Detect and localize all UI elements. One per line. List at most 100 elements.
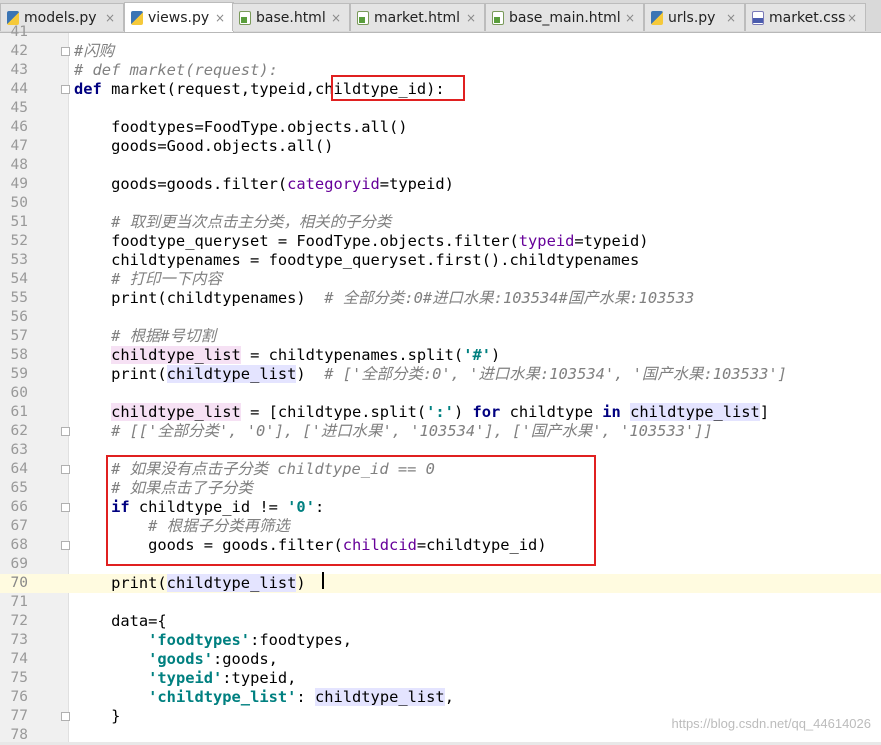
code-text: foodtypes=FoodType.objects.all()	[74, 118, 408, 137]
code-text: 'typeid':typeid,	[74, 669, 296, 688]
code-line[interactable]: 71	[0, 593, 881, 612]
code-token: '#'	[463, 346, 492, 364]
code-token: :	[296, 688, 315, 706]
fold-marker-icon[interactable]	[61, 503, 70, 512]
code-line[interactable]: 72 data={	[0, 612, 881, 631]
code-line[interactable]: 53 childtypenames = foodtype_queryset.fi…	[0, 251, 881, 270]
line-number: 43	[10, 62, 28, 78]
code-token: # [['全部分类', '0'], ['进口水果', '103534'], ['…	[111, 422, 713, 440]
line-number: 73	[10, 632, 28, 648]
code-editor[interactable]: 41 42 #闪购 43 # def market(request): 44 def mar…	[0, 24, 881, 745]
code-token: childtype_list	[166, 365, 297, 383]
code-token: childtype_list	[111, 403, 241, 421]
code-text: foodtype_queryset = FoodType.objects.fil…	[74, 232, 648, 251]
code-token: ]	[759, 403, 770, 421]
code-line[interactable]: 51 # 取到更当次点击主分类，相关的子分类	[0, 213, 881, 232]
code-token: childtype_list	[630, 403, 760, 421]
annotation-box-param	[331, 75, 465, 101]
line-number: 60	[10, 385, 28, 401]
code-token: goods=goods.filter(	[74, 175, 288, 193]
code-text: # 打印一下内容	[74, 270, 222, 289]
code-line[interactable]: 62 # [['全部分类', '0'], ['进口水果', '103534'],…	[0, 422, 881, 441]
code-token: :foodtypes,	[250, 631, 353, 649]
code-line[interactable]: 70 print(childtype_list)	[0, 574, 881, 593]
code-text: print(childtype_list) # ['全部分类:0', '进口水果…	[74, 365, 787, 384]
line-number: 68	[10, 537, 28, 553]
code-line[interactable]: 60	[0, 384, 881, 403]
code-text: # 根据#号切割	[74, 327, 216, 346]
code-token: 'childtype_list'	[148, 688, 297, 706]
code-token: :typeid,	[222, 669, 297, 687]
code-token: )	[296, 574, 306, 592]
code-token: print(	[74, 365, 167, 383]
code-token: childtype_list	[111, 346, 241, 364]
line-number: 57	[10, 328, 28, 344]
code-token: # ['全部分类:0', '进口水果:103534', '国产水果:103533…	[324, 365, 787, 383]
code-token: 'foodtypes'	[148, 631, 251, 649]
fold-marker-icon[interactable]	[61, 85, 70, 94]
line-number: 75	[10, 670, 28, 686]
code-line[interactable]: 75 'typeid':typeid,	[0, 669, 881, 688]
code-token: # def market(request):	[74, 61, 278, 79]
code-text: goods=Good.objects.all()	[74, 137, 333, 156]
code-line[interactable]: 73 'foodtypes':foodtypes,	[0, 631, 881, 650]
code-line[interactable]: 41	[0, 23, 881, 42]
code-token: ':'	[426, 403, 454, 421]
watermark: https://blog.csdn.net/qq_44614026	[671, 716, 872, 731]
code-line[interactable]: 76 'childtype_list': childtype_list,	[0, 688, 881, 707]
line-number: 51	[10, 214, 28, 230]
line-number: 58	[10, 347, 28, 363]
code-text: childtypenames = foodtype_queryset.first…	[74, 251, 639, 270]
code-line[interactable]: 57 # 根据#号切割	[0, 327, 881, 346]
code-token: data={	[74, 612, 167, 630]
code-token: print(	[74, 574, 167, 592]
code-text: print(childtypenames) # 全部分类:0#进口水果:1035…	[74, 289, 694, 308]
code-line[interactable]: 59 print(childtype_list) # ['全部分类:0', '进…	[0, 365, 881, 384]
code-token: # 全部分类:0#进口水果:103534#国产水果:103533	[324, 289, 695, 307]
code-line[interactable]: 48	[0, 156, 881, 175]
line-number: 63	[10, 442, 28, 458]
line-number: 66	[10, 499, 28, 515]
code-line[interactable]: 45	[0, 99, 881, 118]
code-line[interactable]: 46 foodtypes=FoodType.objects.all()	[0, 118, 881, 137]
code-line[interactable]: 55 print(childtypenames) # 全部分类:0#进口水果:1…	[0, 289, 881, 308]
code-text: data={	[74, 612, 167, 631]
fold-marker-icon[interactable]	[61, 712, 70, 721]
fold-marker-icon[interactable]	[61, 427, 70, 436]
code-token: in	[602, 403, 621, 421]
code-token: for	[472, 403, 501, 421]
fold-marker-icon[interactable]	[61, 47, 70, 56]
code-token: goods=Good.objects.all()	[74, 137, 334, 155]
text-caret	[322, 572, 324, 589]
line-number: 47	[10, 138, 28, 154]
code-token: )	[453, 403, 473, 421]
code-line[interactable]: 52 foodtype_queryset = FoodType.objects.…	[0, 232, 881, 251]
code-line[interactable]: 56	[0, 308, 881, 327]
code-token: = childtypenames.split(	[240, 346, 464, 364]
fold-marker-icon[interactable]	[61, 541, 70, 550]
fold-marker-icon[interactable]	[61, 465, 70, 474]
code-line[interactable]: 50	[0, 194, 881, 213]
code-line[interactable]: 42 #闪购	[0, 42, 881, 61]
line-number: 74	[10, 651, 28, 667]
code-line[interactable]: 74 'goods':goods,	[0, 650, 881, 669]
code-token: ,	[444, 688, 454, 706]
code-line[interactable]: 47 goods=Good.objects.all()	[0, 137, 881, 156]
code-token: childtypenames = foodtype_queryset.first…	[74, 251, 640, 269]
code-line[interactable]: 49 goods=goods.filter(categoryid=typeid)	[0, 175, 881, 194]
code-text: # [['全部分类', '0'], ['进口水果', '103534'], ['…	[74, 422, 713, 441]
code-token: 'goods'	[148, 650, 214, 668]
code-token: #闪购	[74, 42, 115, 60]
code-text: 'foodtypes':foodtypes,	[74, 631, 352, 650]
code-line[interactable]: 54 # 打印一下内容	[0, 270, 881, 289]
line-number: 77	[10, 708, 28, 724]
code-line[interactable]: 61 childtype_list = [childtype.split(':'…	[0, 403, 881, 422]
line-number: 45	[10, 100, 28, 116]
code-line[interactable]: 58 childtype_list = childtypenames.split…	[0, 346, 881, 365]
